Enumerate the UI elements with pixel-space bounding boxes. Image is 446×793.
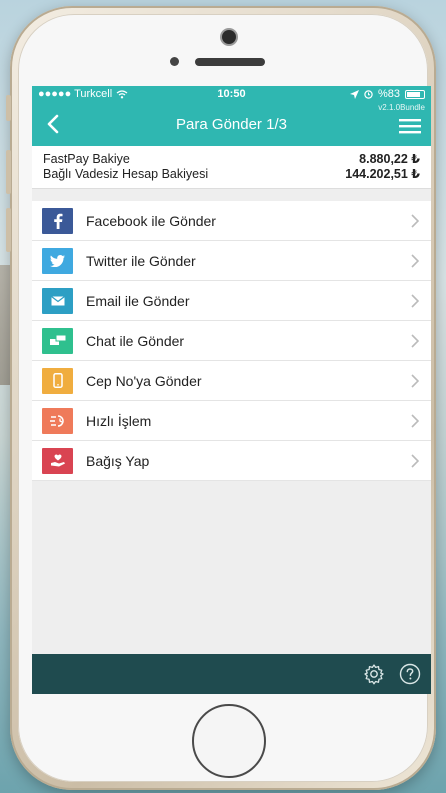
- footer-bar: [32, 654, 431, 694]
- menu-item-label: Twitter ile Gönder: [86, 252, 196, 269]
- balance-label: FastPay Bakiye: [43, 152, 130, 166]
- version-label: v2.1.0Bundle: [378, 103, 425, 112]
- donate-icon: [42, 447, 73, 474]
- menu-item-email[interactable]: Email ile Gönder: [32, 281, 431, 321]
- gear-icon[interactable]: [363, 663, 385, 685]
- status-bar: ●●●●● Turkcell 10:50 %83: [32, 86, 431, 102]
- menu-item-label: Chat ile Gönder: [86, 332, 185, 349]
- facebook-icon: [42, 207, 73, 234]
- twitter-icon: [42, 247, 73, 274]
- menu-item-twitter[interactable]: Twitter ile Gönder: [32, 241, 431, 281]
- balance-label: Bağlı Vadesiz Hesap Bakiyesi: [43, 167, 209, 181]
- menu-item-label: Hızlı İşlem: [86, 412, 152, 429]
- proximity-sensor: [170, 57, 179, 66]
- mobile-phone-icon: [42, 367, 73, 394]
- hamburger-menu-icon[interactable]: [399, 118, 421, 134]
- chevron-right-icon: [411, 334, 419, 348]
- mute-switch: [6, 95, 11, 121]
- menu-item-label: Cep No'ya Gönder: [86, 372, 202, 389]
- menu-item-facebook[interactable]: Facebook ile Gönder: [32, 201, 431, 241]
- chevron-right-icon: [411, 414, 419, 428]
- balance-value: 144.202,51 ₺: [345, 167, 420, 181]
- volume-down-button: [6, 208, 11, 252]
- front-camera: [222, 30, 236, 44]
- earpiece-speaker: [195, 58, 265, 66]
- help-icon[interactable]: [399, 663, 421, 685]
- app-screen: ●●●●● Turkcell 10:50 %83 Para Gönder 1/3…: [32, 86, 431, 694]
- section-spacer: [32, 189, 431, 201]
- menu-item-label: Email ile Gönder: [86, 292, 190, 309]
- menu-item-donate[interactable]: Bağış Yap: [32, 441, 431, 481]
- volume-up-button: [6, 150, 11, 194]
- menu-item-label: Bağış Yap: [86, 452, 150, 469]
- email-icon: [42, 287, 73, 314]
- balance-row-fastpay: FastPay Bakiye 8.880,22 ₺: [43, 152, 420, 167]
- chat-icon: [42, 327, 73, 354]
- send-options-list: Facebook ile Gönder Twitter ile Gönder E…: [32, 201, 431, 481]
- status-time: 10:50: [217, 88, 246, 100]
- menu-item-mobile[interactable]: Cep No'ya Gönder: [32, 361, 431, 401]
- fast-transaction-icon: [42, 407, 73, 434]
- balance-row-account: Bağlı Vadesiz Hesap Bakiyesi 144.202,51 …: [43, 167, 420, 182]
- menu-item-label: Facebook ile Gönder: [86, 212, 216, 229]
- menu-item-fast-transaction[interactable]: Hızlı İşlem: [32, 401, 431, 441]
- battery-icon: [405, 89, 425, 99]
- navigation-bar: Para Gönder 1/3 v2.1.0Bundle: [32, 102, 431, 146]
- page-title: Para Gönder 1/3: [176, 115, 287, 133]
- chevron-right-icon: [411, 454, 419, 468]
- chevron-right-icon: [411, 374, 419, 388]
- chevron-right-icon: [411, 214, 419, 228]
- chevron-right-icon: [411, 294, 419, 308]
- balance-value: 8.880,22 ₺: [359, 152, 420, 166]
- back-arrow-icon[interactable]: [42, 110, 66, 138]
- battery-fill: [407, 91, 421, 97]
- balance-panel: FastPay Bakiye 8.880,22 ₺ Bağlı Vadesiz …: [32, 146, 431, 189]
- menu-item-chat[interactable]: Chat ile Gönder: [32, 321, 431, 361]
- home-button[interactable]: [192, 704, 266, 778]
- chevron-right-icon: [411, 254, 419, 268]
